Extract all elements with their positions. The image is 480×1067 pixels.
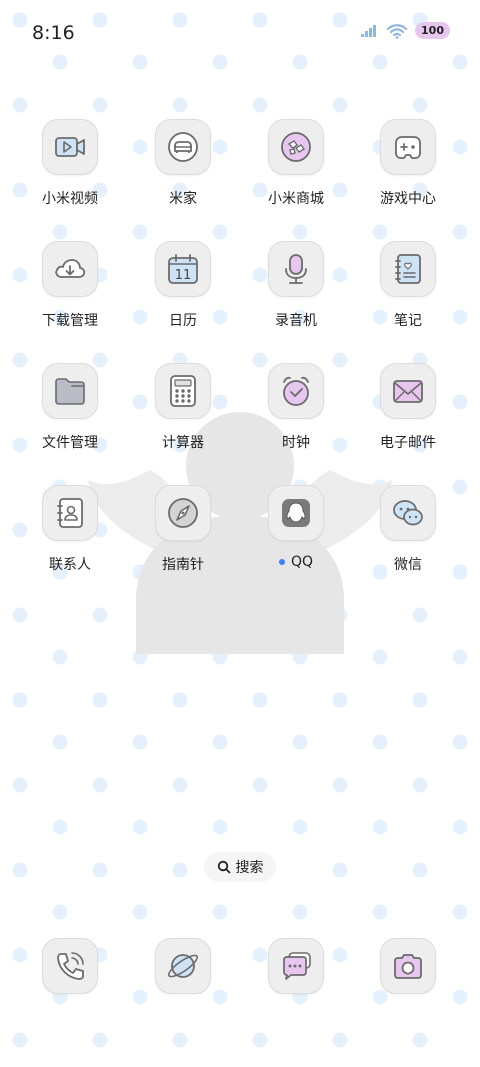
calculator-icon — [170, 375, 196, 407]
mijia-home-icon — [168, 132, 198, 162]
app-label: 微信 — [394, 557, 422, 573]
app-label-text: QQ — [290, 554, 314, 570]
app-clock[interactable]: 时钟 — [240, 363, 352, 452]
dock-browser[interactable] — [155, 938, 211, 994]
phone-icon — [57, 952, 84, 980]
app-tile — [42, 241, 98, 297]
notebook-icon — [395, 254, 421, 284]
dock-camera[interactable] — [380, 938, 436, 994]
calendar-date: 11 — [175, 268, 192, 283]
app-label: 日历 — [169, 313, 197, 329]
app-notes[interactable]: 笔记 — [352, 241, 464, 330]
app-tile — [42, 363, 98, 419]
app-tile — [380, 241, 436, 297]
wechat-icon — [393, 500, 423, 526]
app-recorder[interactable]: 录音机 — [240, 241, 352, 330]
microphone-icon — [285, 254, 307, 284]
app-tile — [268, 363, 324, 419]
folder-icon — [55, 378, 85, 405]
qq-penguin-icon — [282, 499, 310, 527]
mail-icon — [393, 380, 423, 403]
app-label: 下载管理 — [42, 313, 98, 329]
app-calendar[interactable]: 11 日历 — [127, 241, 239, 330]
browser-planet-icon — [167, 954, 199, 978]
app-tile — [155, 119, 211, 175]
app-label: 米家 — [169, 191, 197, 207]
app-compass[interactable]: 指南针 — [127, 485, 239, 574]
app-tile: 11 — [155, 241, 211, 297]
app-email[interactable]: 电子邮件 — [352, 363, 464, 452]
signal-icon — [361, 24, 377, 37]
alarm-clock-icon — [283, 376, 309, 406]
app-label: 计算器 — [162, 435, 204, 451]
video-icon — [55, 137, 85, 157]
app-label: 小米视频 — [42, 191, 98, 207]
camera-icon — [394, 954, 422, 979]
compass-icon — [168, 498, 198, 528]
status-time: 8:16 — [32, 22, 75, 44]
contacts-icon — [57, 498, 83, 528]
gamepad-icon — [395, 136, 421, 159]
battery-icon: 100 — [415, 22, 450, 39]
app-label: 游戏中心 — [380, 191, 436, 207]
dock-phone[interactable] — [42, 938, 98, 994]
app-label: 笔记 — [394, 313, 422, 329]
app-qq[interactable]: QQ — [240, 485, 352, 570]
app-tile — [155, 363, 211, 419]
app-tile — [155, 485, 211, 541]
app-tile — [268, 485, 324, 541]
app-label: 联系人 — [49, 557, 91, 573]
app-tile — [42, 485, 98, 541]
status-icons: 100 — [361, 22, 450, 39]
app-mi-store[interactable]: 小米商城 — [240, 119, 352, 208]
app-calculator[interactable]: 计算器 — [127, 363, 239, 452]
search-icon — [217, 860, 230, 874]
app-tile — [268, 119, 324, 175]
app-tile — [380, 485, 436, 541]
app-label: 文件管理 — [42, 435, 98, 451]
app-tile — [380, 363, 436, 419]
mi-store-icon — [281, 132, 311, 162]
app-contacts[interactable]: 联系人 — [14, 485, 126, 574]
app-label: QQ — [278, 554, 314, 570]
app-label: 指南针 — [162, 557, 204, 573]
app-mijia[interactable]: 米家 — [127, 119, 239, 208]
calendar-icon: 11 — [168, 254, 198, 284]
app-tile — [268, 241, 324, 297]
app-label: 电子邮件 — [380, 435, 436, 451]
update-dot — [278, 559, 285, 565]
app-wechat[interactable]: 微信 — [352, 485, 464, 574]
wifi-icon — [387, 23, 408, 39]
app-label: 小米商城 — [268, 191, 324, 207]
dock-messages[interactable] — [268, 938, 324, 994]
app-tile — [380, 119, 436, 175]
search-label: 搜索 — [235, 860, 264, 876]
app-file-manager[interactable]: 文件管理 — [14, 363, 126, 452]
messages-icon — [283, 952, 311, 980]
search-button[interactable]: 搜索 — [204, 852, 276, 882]
app-label: 时钟 — [282, 435, 310, 451]
app-tile — [42, 119, 98, 175]
app-game-center[interactable]: 游戏中心 — [352, 119, 464, 208]
app-label: 录音机 — [275, 313, 317, 329]
app-downloads[interactable]: 下载管理 — [14, 241, 126, 330]
status-bar: 8:16 100 — [0, 0, 480, 68]
app-mi-video[interactable]: 小米视频 — [14, 119, 126, 208]
cloud-download-icon — [55, 259, 86, 278]
